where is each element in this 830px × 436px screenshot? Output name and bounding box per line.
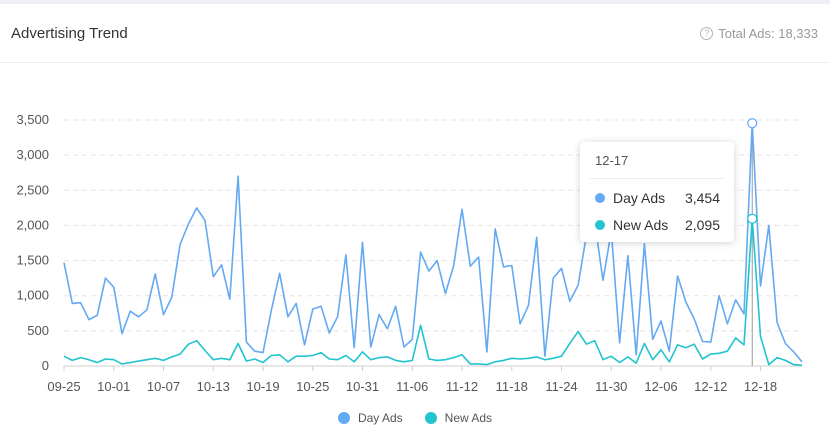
x-tick-label: 09-25 [47, 379, 80, 394]
new-ads-hover-point [747, 213, 758, 224]
x-tick-label: 12-18 [744, 379, 777, 394]
chart-legend: Day Ads New Ads [0, 411, 830, 425]
x-tick-label: 11-12 [446, 379, 478, 394]
y-tick-label: 3,000 [16, 147, 49, 162]
x-tick-label: 11-24 [545, 379, 577, 394]
tooltip-row-new-ads: New Ads 2,095 [595, 215, 720, 235]
x-tick-label: 12-12 [694, 379, 727, 394]
y-tick-label: 0 [42, 358, 49, 373]
x-tick-label: 10-31 [346, 379, 379, 394]
tooltip-day-ads-dot [595, 193, 605, 203]
y-tick-label: 3,500 [16, 112, 49, 127]
day-ads-hover-point [747, 118, 758, 129]
x-tick-label: 10-07 [147, 379, 180, 394]
tooltip-new-ads-label: New Ads [613, 217, 669, 233]
x-tick-label: 11-06 [396, 379, 428, 394]
tooltip-date: 12-17 [595, 153, 629, 168]
x-tick-label: 11-30 [595, 379, 627, 394]
legend-day-ads-dot [337, 412, 350, 424]
y-tick-label: 1,500 [16, 253, 49, 268]
tooltip-divider [590, 178, 724, 179]
x-tick-label: 10-13 [197, 379, 230, 394]
legend-item-day-ads[interactable]: Day Ads [337, 411, 403, 425]
chart-tooltip: 12-17 Day Ads 3,454 New Ads 2,095 [580, 142, 734, 242]
x-tick-label: 12-06 [644, 379, 677, 394]
x-tick-label: 10-01 [97, 379, 130, 394]
x-tick-label: 10-25 [296, 379, 329, 394]
y-tick-label: 2,000 [16, 217, 49, 232]
y-tick-label: 1,000 [16, 288, 49, 303]
x-tick-label: 10-19 [246, 379, 279, 394]
tooltip-new-ads-value: 2,095 [684, 217, 720, 233]
tooltip-row-day-ads: Day Ads 3,454 [595, 188, 720, 208]
y-tick-label: 2,500 [16, 182, 49, 197]
y-tick-label: 500 [27, 323, 49, 338]
x-tick-label: 11-18 [496, 379, 528, 394]
legend-item-new-ads[interactable]: New Ads [424, 411, 493, 425]
tooltip-day-ads-value: 3,454 [684, 190, 720, 206]
tooltip-day-ads-label: Day Ads [613, 190, 666, 206]
tooltip-new-ads-dot [595, 220, 605, 230]
legend-new-ads-dot [424, 412, 437, 424]
legend-day-ads-label: Day Ads [357, 411, 403, 425]
legend-new-ads-label: New Ads [444, 411, 493, 425]
